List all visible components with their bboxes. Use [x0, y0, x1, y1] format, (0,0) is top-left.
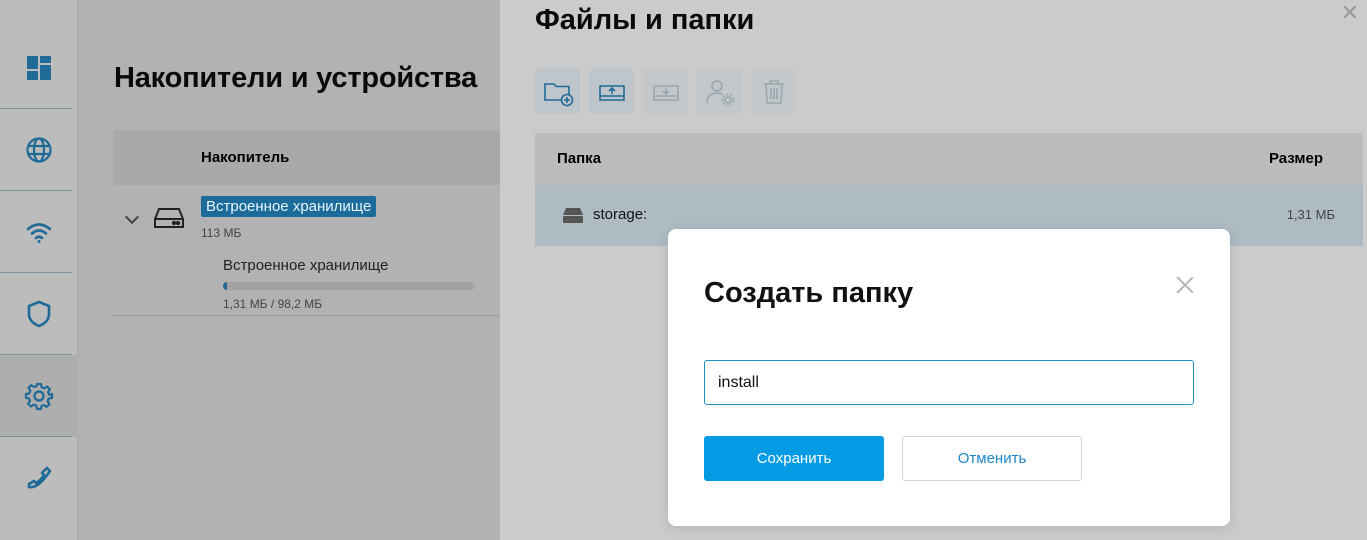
sidebar-item-phone[interactable]: [0, 437, 78, 519]
gear-icon: [24, 382, 54, 411]
column-header-folder: Папка: [557, 150, 602, 167]
sidebar-item-security[interactable]: [0, 273, 78, 355]
chevron-down-icon[interactable]: [124, 209, 140, 225]
files-table-header: Папка Размер: [535, 133, 1363, 185]
sidebar-item-wifi[interactable]: [0, 191, 78, 273]
trash-icon: [763, 79, 784, 104]
phone-icon: [27, 466, 52, 489]
save-button[interactable]: Сохранить: [704, 436, 884, 481]
column-header-storage: Накопитель: [201, 149, 290, 166]
page-title: Накопители и устройства: [114, 62, 478, 94]
sidebar-item-settings[interactable]: [0, 355, 78, 437]
folder-size: 1,31 МБ: [1286, 207, 1335, 222]
shield-icon: [27, 300, 51, 328]
user-settings-icon: [705, 79, 734, 106]
storage-name[interactable]: Встроенное хранилище: [201, 196, 377, 217]
partition-name: Встроенное хранилище: [223, 257, 389, 274]
upload-icon: [598, 84, 625, 101]
new-folder-button[interactable]: [535, 69, 580, 114]
sidebar: [0, 0, 78, 540]
dialog-title: Создать папку: [704, 277, 914, 309]
permissions-button[interactable]: [697, 69, 742, 114]
hard-drive-icon: [154, 208, 184, 228]
create-folder-dialog: Создать папку Сохранить Отменить: [668, 229, 1230, 526]
globe-icon: [26, 137, 52, 163]
download-button[interactable]: [643, 69, 688, 114]
upload-button[interactable]: [589, 69, 634, 114]
usage-bar: [223, 282, 475, 290]
folder-name: storage:: [593, 206, 648, 223]
storage-row[interactable]: Встроенное хранилище 113 МБ Встроенное х…: [113, 185, 500, 316]
hard-drive-icon: [563, 208, 583, 223]
download-icon: [652, 84, 679, 101]
panel-close-icon[interactable]: ✕: [1341, 2, 1359, 24]
sidebar-item-internet[interactable]: [0, 109, 78, 191]
close-icon[interactable]: [1176, 276, 1194, 294]
column-header-size: Размер: [1268, 150, 1323, 167]
sidebar-item-dashboard[interactable]: [0, 27, 78, 109]
usage-text: 1,31 МБ / 98,2 МБ: [223, 297, 323, 311]
wifi-icon: [26, 223, 52, 243]
dashboard-icon: [27, 56, 51, 80]
storage-table-header: Накопитель: [113, 130, 500, 185]
panel-title: Файлы и папки: [535, 4, 755, 36]
cancel-button[interactable]: Отменить: [902, 436, 1082, 481]
storage-size: 113 МБ: [201, 226, 242, 240]
delete-button[interactable]: [751, 69, 796, 114]
folder-name-input[interactable]: [704, 360, 1194, 405]
new-folder-icon: [543, 82, 573, 106]
storage-page: Накопители и устройства Накопитель Встро…: [78, 0, 500, 540]
usage-bar-fill: [223, 282, 228, 290]
